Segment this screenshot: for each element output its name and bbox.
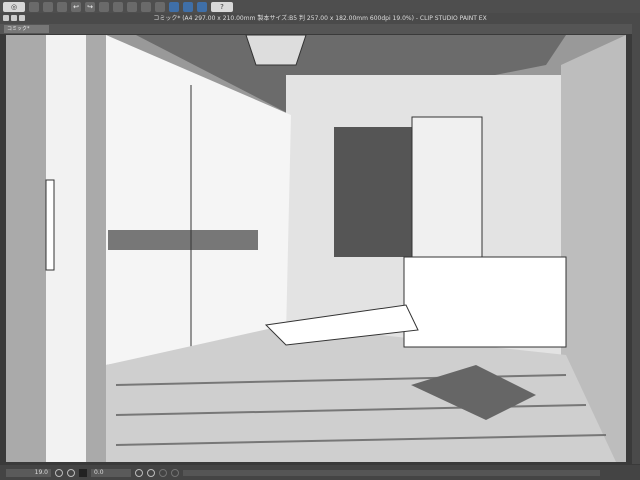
zoom-field[interactable]: 19.0 xyxy=(6,468,51,477)
canvas[interactable] xyxy=(6,35,626,462)
reset-rotation-icon[interactable] xyxy=(159,468,167,477)
rotate-right-icon[interactable] xyxy=(147,468,155,477)
fill-icon[interactable] xyxy=(113,1,123,12)
horizontal-scrollbar[interactable] xyxy=(183,469,600,476)
artwork-illustration xyxy=(6,35,626,462)
crop-icon[interactable] xyxy=(127,1,137,12)
flip-icon[interactable] xyxy=(171,468,179,477)
window-title: コミック* (A4 297.00 x 210.00mm 製本サイズ:B5 判 2… xyxy=(0,13,640,24)
transform-icon[interactable] xyxy=(99,1,109,12)
minimize-icon[interactable] xyxy=(11,15,17,21)
snap-perspective-icon[interactable] xyxy=(197,1,207,12)
new-file-icon[interactable] xyxy=(29,1,39,12)
curtain xyxy=(334,127,412,257)
help-button[interactable]: ? xyxy=(211,1,233,12)
tab-comic[interactable]: コミック* xyxy=(4,25,49,33)
clip-studio-icon[interactable]: ◎ xyxy=(3,1,25,12)
undo-icon[interactable]: ↩ xyxy=(71,1,81,12)
fit-icon[interactable] xyxy=(79,468,87,477)
rotate-left-icon[interactable] xyxy=(135,468,143,477)
bookshelf xyxy=(403,256,567,348)
window-controls xyxy=(3,15,25,21)
redo-icon[interactable]: ↪ xyxy=(85,1,95,12)
zoom-in-icon[interactable] xyxy=(67,468,75,477)
tab-bar: コミック* xyxy=(0,24,640,34)
zoom-out-icon[interactable] xyxy=(55,468,63,477)
save-icon[interactable] xyxy=(57,1,67,12)
snap-icon[interactable] xyxy=(141,1,151,12)
command-bar: ◎ ↩ ↪ ? xyxy=(0,0,640,13)
open-file-icon[interactable] xyxy=(43,1,53,12)
lamp xyxy=(245,35,307,66)
close-icon[interactable] xyxy=(3,15,9,21)
vertical-scrollbar[interactable] xyxy=(632,24,640,464)
snap-ruler-icon[interactable] xyxy=(155,1,165,12)
maximize-icon[interactable] xyxy=(19,15,25,21)
snap-special-ruler-icon[interactable] xyxy=(169,1,179,12)
status-bar: 19.0 0.0 xyxy=(0,465,640,480)
snap-grid-icon[interactable] xyxy=(183,1,193,12)
rotation-field[interactable]: 0.0 xyxy=(91,468,131,477)
